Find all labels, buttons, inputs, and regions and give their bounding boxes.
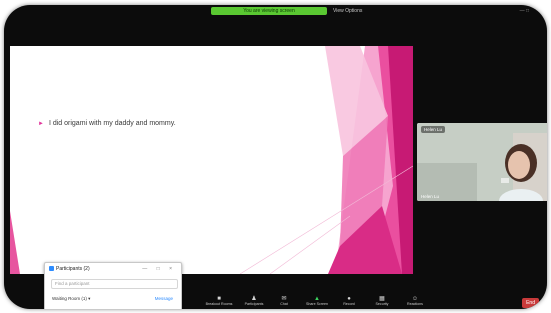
zoom-meeting-window: You are viewing screen View Options — □ … — [4, 5, 547, 309]
participant-name-tag: Helen Lu — [421, 126, 446, 133]
bullet-arrow-icon: ► — [38, 121, 44, 127]
toolbar-item-reactions[interactable]: ☺ Reactions — [401, 296, 429, 307]
participant-video-tile[interactable]: Helen Lu Helen Lu — [417, 123, 547, 201]
waiting-room-toggle[interactable]: Waiting Room (1) ▾ — [52, 296, 90, 302]
toolbar-item-share-screen[interactable]: ▲ Share Screen — [303, 296, 331, 307]
screen-share-indicator[interactable]: You are viewing screen — [211, 7, 327, 15]
participants-title-text: Participants (2) — [56, 266, 90, 272]
toolbar-label: Breakout Rooms — [205, 302, 233, 306]
zoom-logo-icon — [49, 266, 54, 271]
slide-bullet-text: I did origami with my daddy and mommy. — [48, 120, 176, 127]
toolbar-item-record[interactable]: ● Record — [335, 296, 363, 307]
window-controls[interactable]: — □ — [520, 8, 529, 14]
toolbar-label: Share Screen — [306, 302, 328, 306]
toolbar-label: Chat — [280, 302, 288, 306]
message-button[interactable]: Message — [155, 296, 173, 301]
participants-panel-title: Participants (2) — [49, 266, 90, 272]
toolbar-label: Security — [375, 302, 389, 306]
view-options-button[interactable]: View Options — [333, 7, 362, 15]
toolbar-item-chat[interactable]: ✉ Chat — [270, 296, 298, 307]
participant-search-input[interactable]: Find a participant — [51, 279, 178, 289]
panel-window-controls[interactable]: — □ × — [142, 266, 176, 272]
participants-panel: Participants (2) — □ × Find a participan… — [44, 262, 182, 309]
toolbar-item-breakout-rooms[interactable]: ■ Breakout Rooms — [205, 296, 233, 307]
participant-video-image — [417, 123, 547, 201]
end-meeting-button[interactable]: End — [522, 298, 539, 308]
shared-slide: ► I did origami with my daddy and mommy. — [10, 46, 413, 274]
slide-bullet: ► I did origami with my daddy and mommy. — [38, 120, 176, 127]
slide-pink-decoration — [10, 46, 413, 274]
toolbar-label: Participants — [244, 302, 264, 306]
toolbar-label: Reactions — [407, 302, 423, 306]
participant-caption: Helen Lu — [421, 194, 440, 199]
toolbar-label: Record — [343, 302, 355, 306]
toolbar-item-participants[interactable]: ♟ Participants — [240, 296, 268, 307]
toolbar-item-security[interactable]: ▦ Security — [368, 296, 396, 307]
